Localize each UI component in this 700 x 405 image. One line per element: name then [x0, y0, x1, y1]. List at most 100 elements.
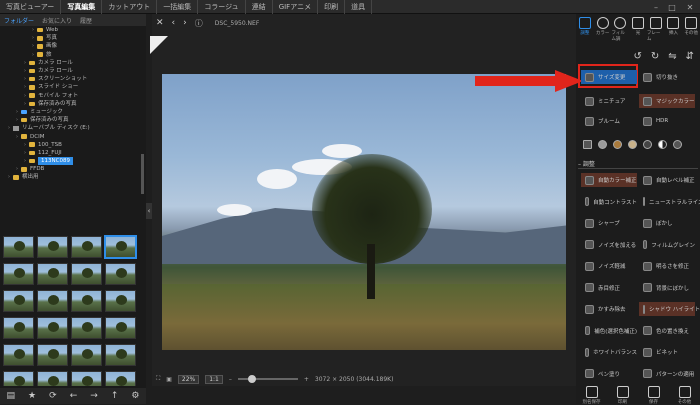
photo-thumbnail[interactable]	[3, 290, 34, 312]
zoom-out-icon[interactable]: –	[229, 376, 232, 383]
tree-scrollbar[interactable]	[141, 154, 144, 194]
prev-image-icon[interactable]: ‹	[172, 18, 176, 28]
edit-button[interactable]: 色の置き換え	[639, 324, 695, 338]
flip-vertical-icon[interactable]: ⇵	[686, 51, 694, 62]
left-tab-0[interactable]: フォルダー	[0, 16, 38, 25]
bottom-export-button[interactable]: 保存	[644, 385, 664, 405]
tree-node[interactable]: › 100_TSB	[0, 141, 140, 149]
tool-0[interactable]: 調整	[576, 17, 594, 36]
edit-button[interactable]: ブルーム	[581, 114, 637, 128]
zoom-select[interactable]: 22%	[177, 374, 200, 384]
rotate-right-icon[interactable]: ↻	[651, 51, 659, 62]
edit-button[interactable]: 赤目修正	[581, 281, 637, 295]
flip-icon[interactable]: ⇋	[668, 51, 676, 62]
left-tab-2[interactable]: 履歴	[76, 16, 96, 25]
photo-thumbnail[interactable]	[71, 290, 102, 312]
photo-thumbnail[interactable]	[105, 344, 136, 366]
photo-thumbnail[interactable]	[105, 317, 136, 339]
nav-tab-1[interactable]: 写真編集	[61, 0, 103, 14]
layers-icon[interactable]: ▤	[7, 391, 16, 401]
edit-button[interactable]: フィルムグレイン	[639, 238, 695, 252]
photo-thumbnail[interactable]	[105, 290, 136, 312]
photo-thumbnail[interactable]	[71, 317, 102, 339]
photo-thumbnail[interactable]	[71, 344, 102, 366]
zoom-in-icon[interactable]: +	[304, 376, 309, 383]
bottom-save-as-button[interactable]: 別名保存	[582, 385, 602, 405]
photo-thumbnail[interactable]	[105, 371, 136, 386]
photo-thumbnail[interactable]	[71, 263, 102, 285]
star-icon[interactable]: ★	[28, 391, 36, 401]
rotate-left-icon[interactable]: ↺	[633, 51, 641, 62]
nav-tab-6[interactable]: GIFアニメ	[273, 0, 319, 14]
edit-button[interactable]: 自動コントラスト	[581, 195, 637, 209]
bottom-print-button[interactable]: 印刷	[613, 385, 633, 405]
tree-node[interactable]: › カメラ ロール	[0, 67, 140, 75]
swatch-gray[interactable]	[598, 140, 607, 149]
nav-tab-0[interactable]: 写真ビューアー	[0, 0, 62, 14]
edit-button[interactable]: パターンの適用	[639, 367, 695, 381]
crop-icon[interactable]: ⛶	[156, 375, 160, 383]
nav-tab-8[interactable]: 道具	[345, 0, 373, 14]
close-icon[interactable]: ✕	[684, 2, 696, 12]
maximize-icon[interactable]: □	[666, 2, 678, 12]
tool-1[interactable]: カラー	[594, 17, 612, 36]
tree-node[interactable]: › DCIM	[0, 132, 140, 140]
photo-thumbnail[interactable]	[37, 290, 68, 312]
edit-button[interactable]: 切り抜き	[639, 70, 695, 84]
up-icon[interactable]: ↑	[111, 391, 119, 401]
tree-node[interactable]: › 画像	[0, 42, 140, 50]
edit-button[interactable]: ニューストラルライズ	[639, 195, 700, 209]
tree-node[interactable]: › 112_FUJI	[0, 149, 140, 157]
back-icon[interactable]: ←	[70, 391, 78, 401]
drop-icon[interactable]	[673, 140, 682, 149]
tree-node[interactable]: › 旅	[0, 51, 140, 59]
edit-button[interactable]: 背景にぼかし	[639, 281, 695, 295]
settings-icon[interactable]: ⚙	[131, 391, 139, 401]
tool-4[interactable]: フレーム	[647, 17, 665, 42]
edit-button[interactable]: ぼかし	[639, 216, 695, 230]
tree-node[interactable]: › FFDB	[0, 165, 140, 173]
zoom-slider[interactable]	[237, 375, 298, 383]
tree-node[interactable]: › 保存済みの写真	[0, 116, 140, 124]
forward-icon[interactable]: →	[90, 391, 98, 401]
nav-tab-5[interactable]: 連結	[246, 0, 273, 14]
actual-size-button[interactable]: 1:1	[205, 374, 223, 384]
edit-button[interactable]: かすみ除去	[581, 302, 637, 316]
left-tab-1[interactable]: お気に入り	[38, 16, 76, 25]
photo-thumbnail[interactable]	[104, 235, 137, 259]
edit-button[interactable]: 補色(選択色補正)	[581, 324, 637, 338]
bottom-more-button[interactable]: その他	[675, 385, 695, 405]
photo-thumbnail[interactable]	[3, 371, 34, 386]
photo-thumbnail[interactable]	[71, 371, 102, 386]
photo-thumbnail[interactable]	[3, 263, 34, 285]
edit-button[interactable]: シャープ	[581, 216, 637, 230]
swatch-warm[interactable]	[628, 140, 637, 149]
edit-button[interactable]: ビネット	[639, 345, 695, 359]
tree-node[interactable]: › リムーバブル ディスク (E:)	[0, 124, 140, 132]
tree-node[interactable]: › 保存済みの写真	[0, 100, 140, 108]
edit-button[interactable]: サイズ変更	[581, 70, 637, 84]
next-image-icon[interactable]: ›	[183, 18, 187, 28]
adjust-section-header[interactable]: – 調整	[578, 159, 698, 169]
swatch-sepia[interactable]	[613, 140, 622, 149]
edit-button[interactable]: 自動カラー補正	[581, 173, 637, 187]
photo-thumbnail[interactable]	[37, 236, 68, 258]
nav-tab-2[interactable]: カットアウト	[102, 0, 158, 14]
edit-button[interactable]: 明るさを修正	[639, 259, 695, 273]
nav-tab-3[interactable]: 一括編集	[157, 0, 199, 14]
tool-6[interactable]: その他	[682, 17, 700, 36]
close-image-icon[interactable]: ✕	[156, 18, 164, 28]
tree-node[interactable]: › 横出用	[0, 173, 140, 181]
edit-button[interactable]: ノイズを加える	[581, 238, 637, 252]
edit-button[interactable]: ホワイトバランス	[581, 345, 637, 359]
edit-button[interactable]: ノイズ軽減	[581, 259, 637, 273]
tree-node[interactable]: › カメラ ロール	[0, 59, 140, 67]
tree-node[interactable]: › 113NC089	[0, 157, 140, 166]
nav-tab-7[interactable]: 印刷	[318, 0, 346, 14]
photo-thumbnail[interactable]	[105, 263, 136, 285]
photo-thumbnail[interactable]	[37, 263, 68, 285]
photo-thumbnail[interactable]	[37, 371, 68, 386]
edit-button[interactable]: HDR	[639, 114, 695, 128]
nav-tab-4[interactable]: コラージュ	[198, 0, 246, 14]
tree-node[interactable]: › ミュージック	[0, 108, 140, 116]
